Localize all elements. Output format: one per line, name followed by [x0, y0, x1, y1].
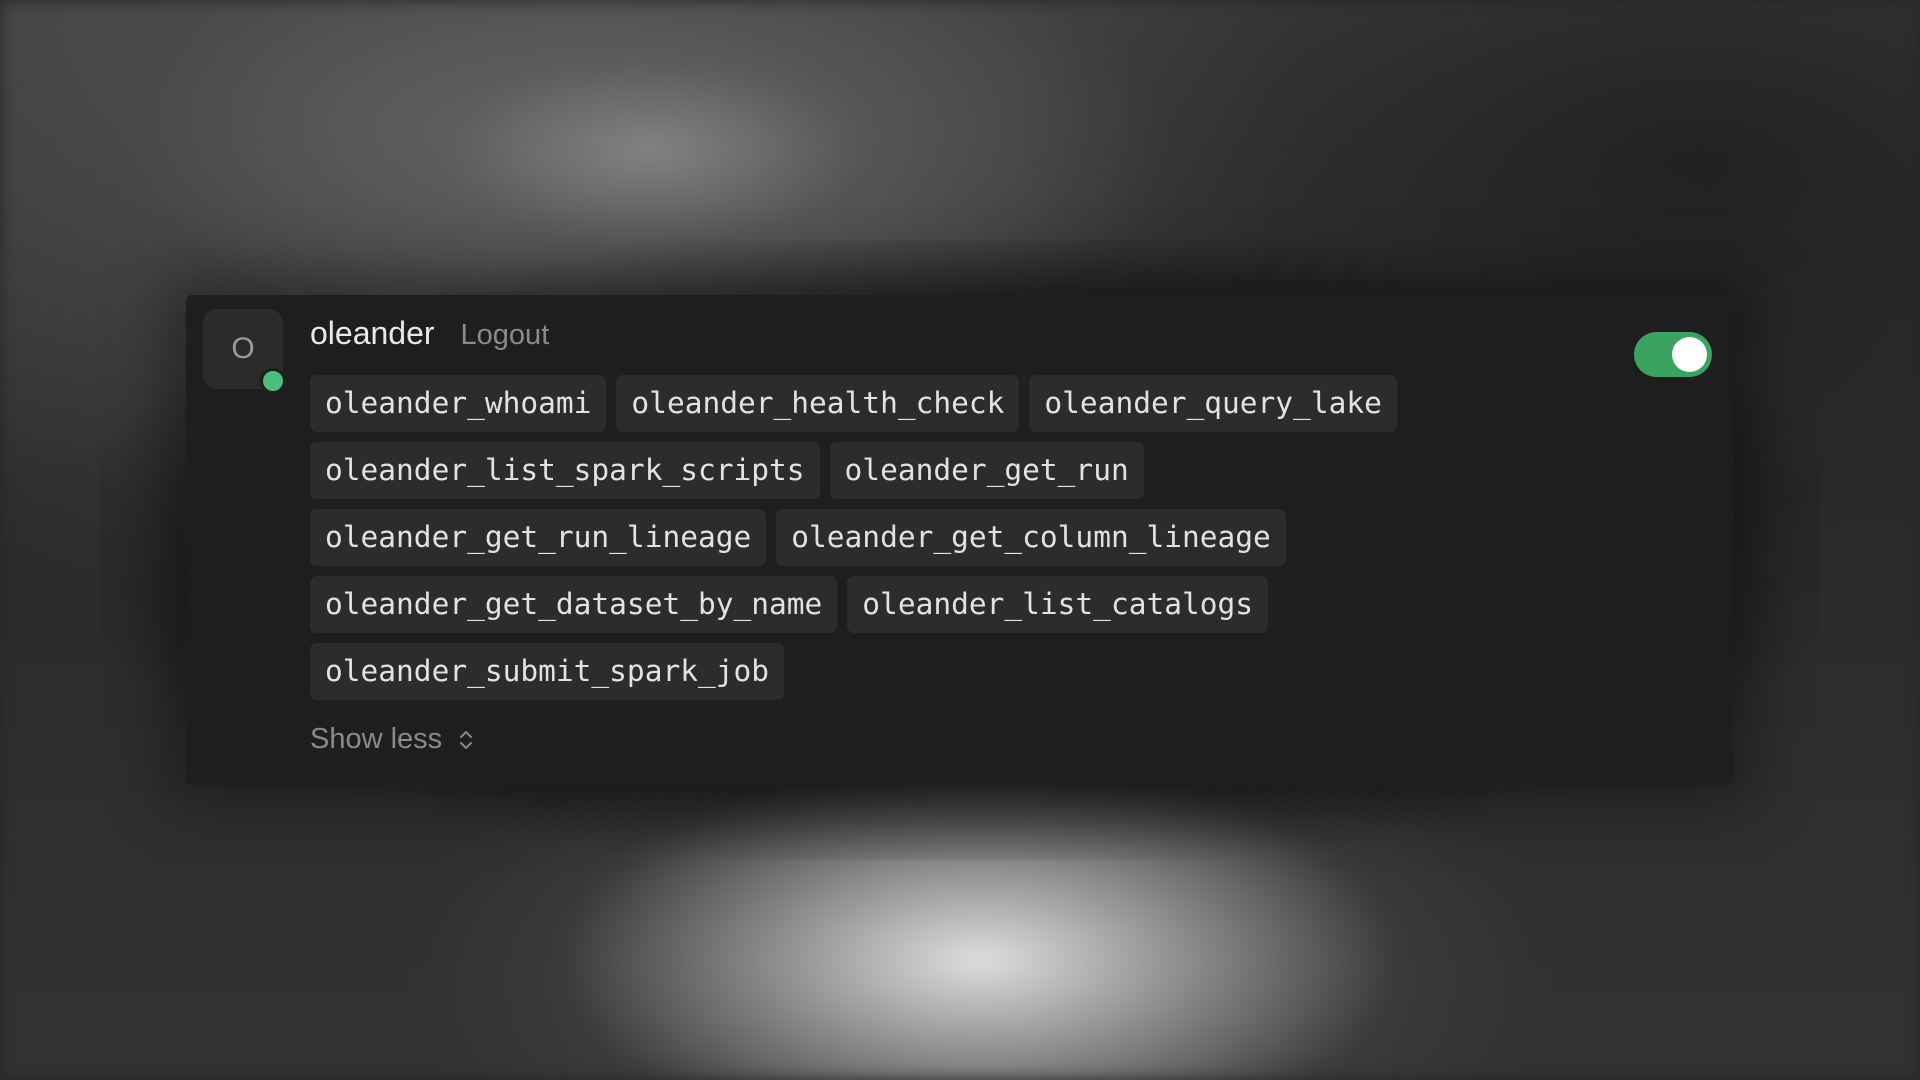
- connected-status-dot: [260, 368, 286, 394]
- server-header: oleander Logout: [310, 315, 549, 352]
- tool-row: oleander_list_spark_scripts oleander_get…: [310, 442, 1510, 499]
- avatar-letter: O: [231, 332, 255, 365]
- tool-chip[interactable]: oleander_list_catalogs: [847, 576, 1269, 633]
- tool-list: oleander_whoami oleander_health_check ol…: [310, 375, 1510, 710]
- chevron-up-down-icon: [460, 730, 473, 749]
- tool-row: oleander_whoami oleander_health_check ol…: [310, 375, 1510, 432]
- tool-row: oleander_submit_spark_job: [310, 643, 1510, 700]
- mcp-server-card: O oleander Logout oleander_whoami oleand…: [186, 295, 1733, 785]
- tool-chip[interactable]: oleander_get_column_lineage: [776, 509, 1286, 566]
- show-less-button[interactable]: Show less: [310, 723, 476, 756]
- tool-chip[interactable]: oleander_query_lake: [1029, 375, 1397, 432]
- server-name: oleander: [310, 315, 435, 351]
- tool-chip[interactable]: oleander_submit_spark_job: [310, 643, 785, 700]
- tool-chip[interactable]: oleander_get_run_lineage: [310, 509, 767, 566]
- tool-row: oleander_get_run_lineage oleander_get_co…: [310, 509, 1510, 566]
- tool-chip[interactable]: oleander_whoami: [310, 375, 607, 432]
- tool-chip[interactable]: oleander_health_check: [616, 375, 1020, 432]
- logout-button[interactable]: Logout: [461, 319, 550, 352]
- tool-chip[interactable]: oleander_get_run: [829, 442, 1144, 499]
- tool-chip[interactable]: oleander_list_spark_scripts: [310, 442, 820, 499]
- show-less-label: Show less: [310, 723, 443, 755]
- toggle-knob: [1672, 337, 1707, 372]
- tool-chip[interactable]: oleander_get_dataset_by_name: [310, 576, 838, 633]
- tool-row: oleander_get_dataset_by_name oleander_li…: [310, 576, 1510, 633]
- server-enabled-toggle[interactable]: [1634, 332, 1712, 377]
